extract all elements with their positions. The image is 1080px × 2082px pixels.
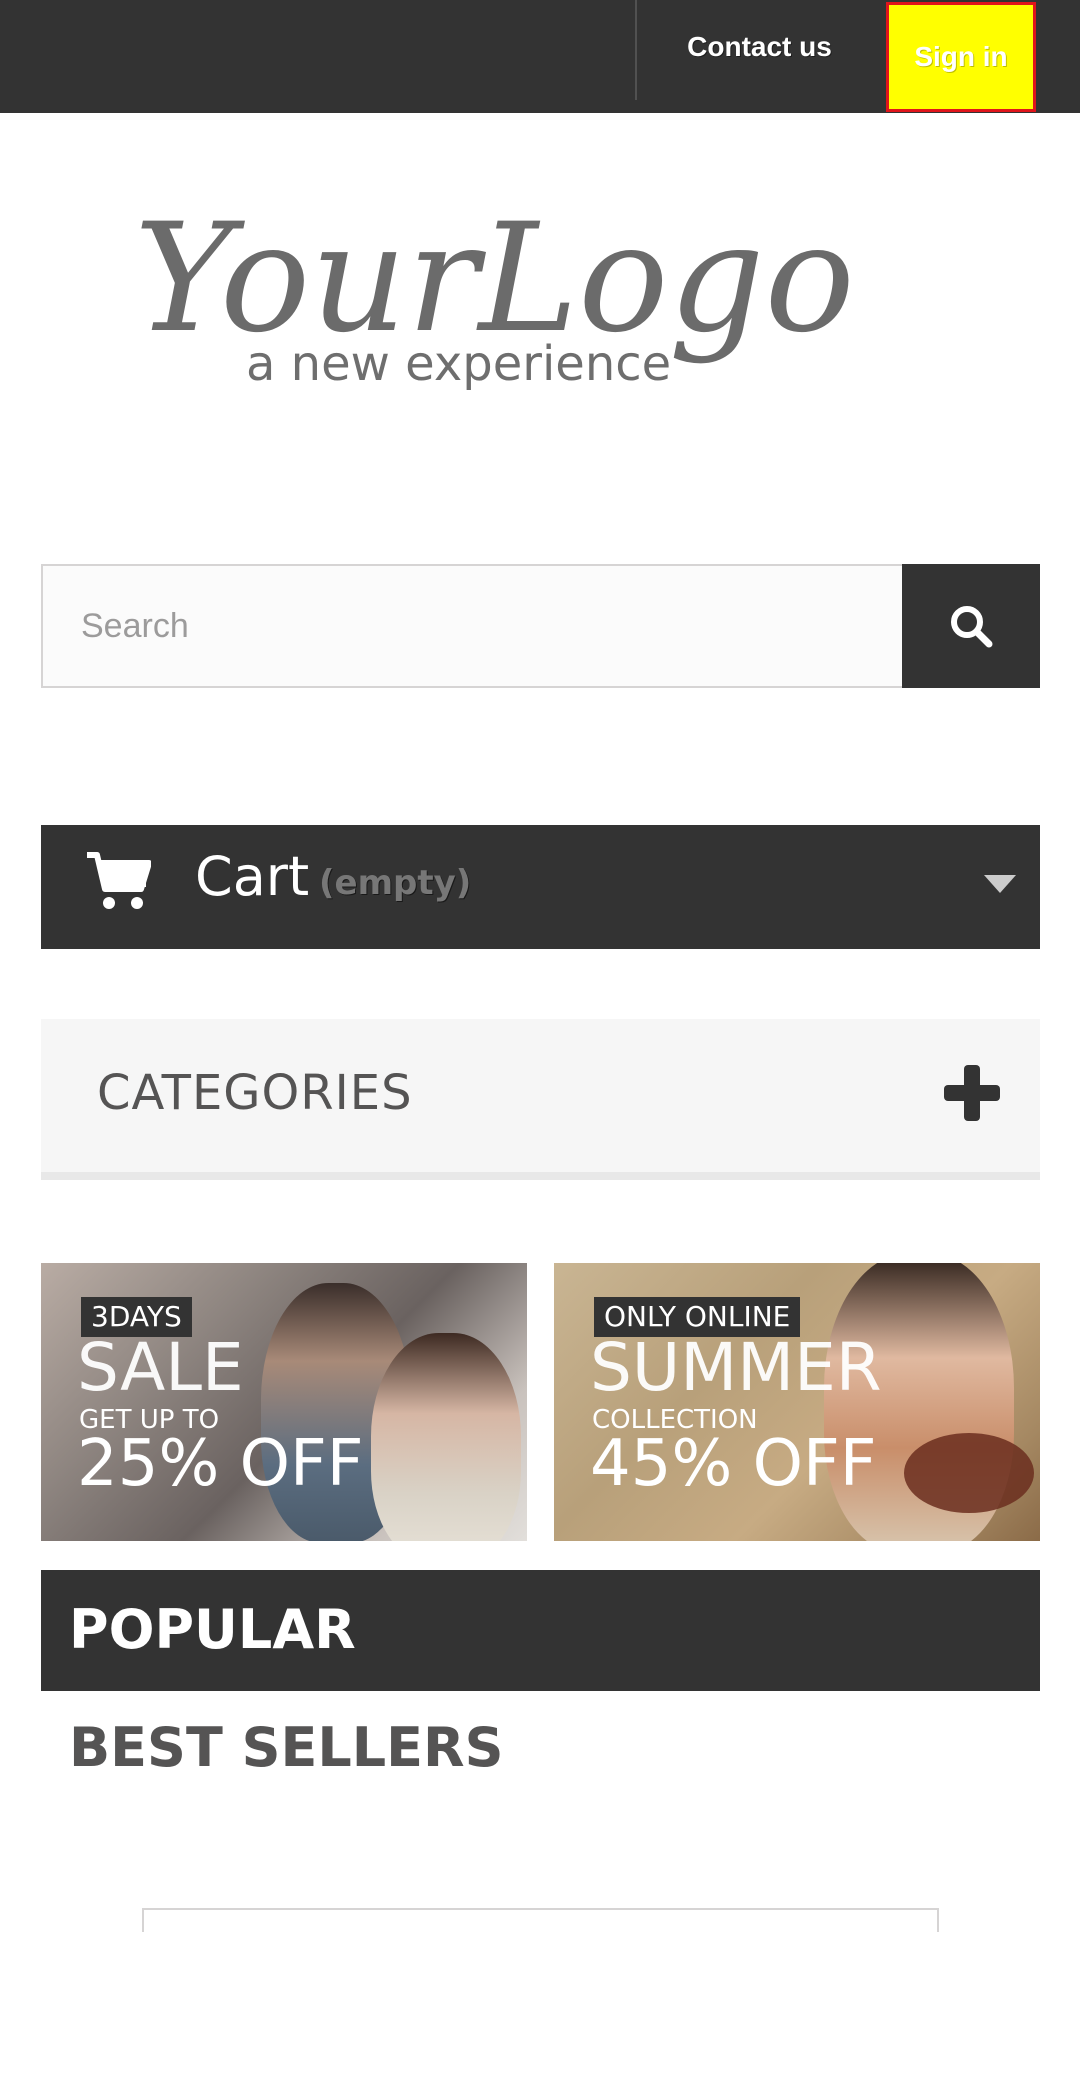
chevron-down-icon: [984, 875, 1016, 893]
cart-dropdown[interactable]: Cart (empty): [41, 825, 1040, 949]
banner-headline: SUMMER: [590, 1329, 882, 1406]
cart-status: (empty): [319, 863, 472, 903]
contact-us-link[interactable]: Contact us: [637, 0, 882, 93]
promo-banner-summer[interactable]: ONLY ONLINE SUMMER COLLECTION 45% OFF: [554, 1263, 1040, 1541]
product-card[interactable]: [142, 1908, 939, 1932]
banner-offer: 25% OFF: [77, 1427, 364, 1501]
promo-banner-sale[interactable]: 3DAYS SALE GET UP TO 25% OFF: [41, 1263, 527, 1541]
tab-best-sellers[interactable]: BEST SELLERS: [69, 1716, 504, 1779]
sign-in-button[interactable]: Sign in: [886, 2, 1036, 112]
search-icon: [951, 606, 993, 648]
categories-title: CATEGORIES: [97, 1065, 413, 1121]
logo-tagline: a new experience: [246, 336, 671, 392]
banner-photo-sunglasses: [904, 1433, 1034, 1513]
categories-toggle[interactable]: CATEGORIES: [41, 1019, 1040, 1180]
banner-offer: 45% OFF: [590, 1427, 877, 1501]
cart-label: Cart: [195, 845, 310, 908]
search-bar: [41, 564, 1040, 688]
cart-icon: [87, 852, 151, 909]
banner-photo-woman: [371, 1333, 521, 1541]
site-logo[interactable]: YourLogo a new experience: [130, 180, 910, 410]
tab-popular[interactable]: POPULAR: [41, 1570, 1040, 1691]
top-nav-bar: Contact us Sign in: [0, 0, 1080, 113]
plus-icon[interactable]: [942, 1063, 1002, 1123]
banner-headline: SALE: [77, 1329, 244, 1406]
tab-popular-label: POPULAR: [69, 1598, 356, 1661]
search-input[interactable]: [41, 564, 902, 688]
search-button[interactable]: [902, 564, 1040, 688]
